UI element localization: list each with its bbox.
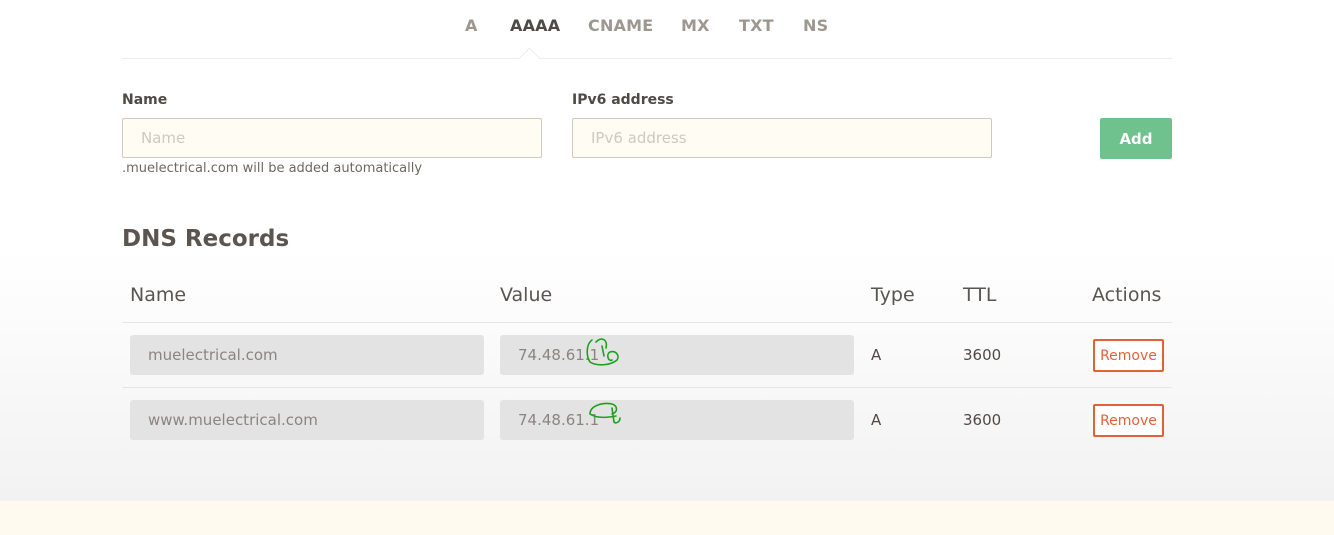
record-type: A [871, 411, 882, 429]
footer-band [0, 501, 1334, 535]
record-value: 74.48.61.1 [500, 400, 854, 440]
record-type-tabs: A AAAA CNAME MX TXT NS [122, 0, 1172, 59]
tab-txt[interactable]: TXT [739, 16, 774, 35]
name-label: Name [122, 92, 168, 108]
dns-records-title: DNS Records [122, 226, 290, 252]
record-ttl: 3600 [963, 346, 1002, 364]
column-header-ttl: TTL [963, 284, 997, 306]
remove-button[interactable]: Remove [1093, 404, 1164, 437]
record-ttl: 3600 [963, 411, 1002, 429]
remove-button[interactable]: Remove [1093, 339, 1164, 372]
table-divider [122, 387, 1172, 388]
ipv6-label: IPv6 address [572, 92, 674, 108]
record-value: 74.48.61.1 [500, 335, 854, 375]
column-header-type: Type [871, 284, 915, 306]
tab-a[interactable]: A [465, 16, 478, 35]
table-divider [122, 322, 1172, 323]
tab-cname[interactable]: CNAME [588, 16, 653, 35]
column-header-name: Name [130, 284, 187, 306]
add-button[interactable]: Add [1100, 118, 1172, 159]
tab-aaaa[interactable]: AAAA [510, 16, 560, 35]
tab-mx[interactable]: MX [681, 16, 710, 35]
name-input[interactable] [122, 118, 542, 158]
tab-ns[interactable]: NS [803, 16, 828, 35]
name-hint: .muelectrical.com will be added automati… [122, 161, 423, 176]
column-header-value: Value [500, 284, 553, 306]
column-header-actions: Actions [1092, 284, 1162, 306]
active-tab-indicator [518, 48, 540, 59]
record-name: muelectrical.com [130, 335, 484, 375]
record-type: A [871, 346, 882, 364]
record-name: www.muelectrical.com [130, 400, 484, 440]
ipv6-input[interactable] [572, 118, 992, 158]
